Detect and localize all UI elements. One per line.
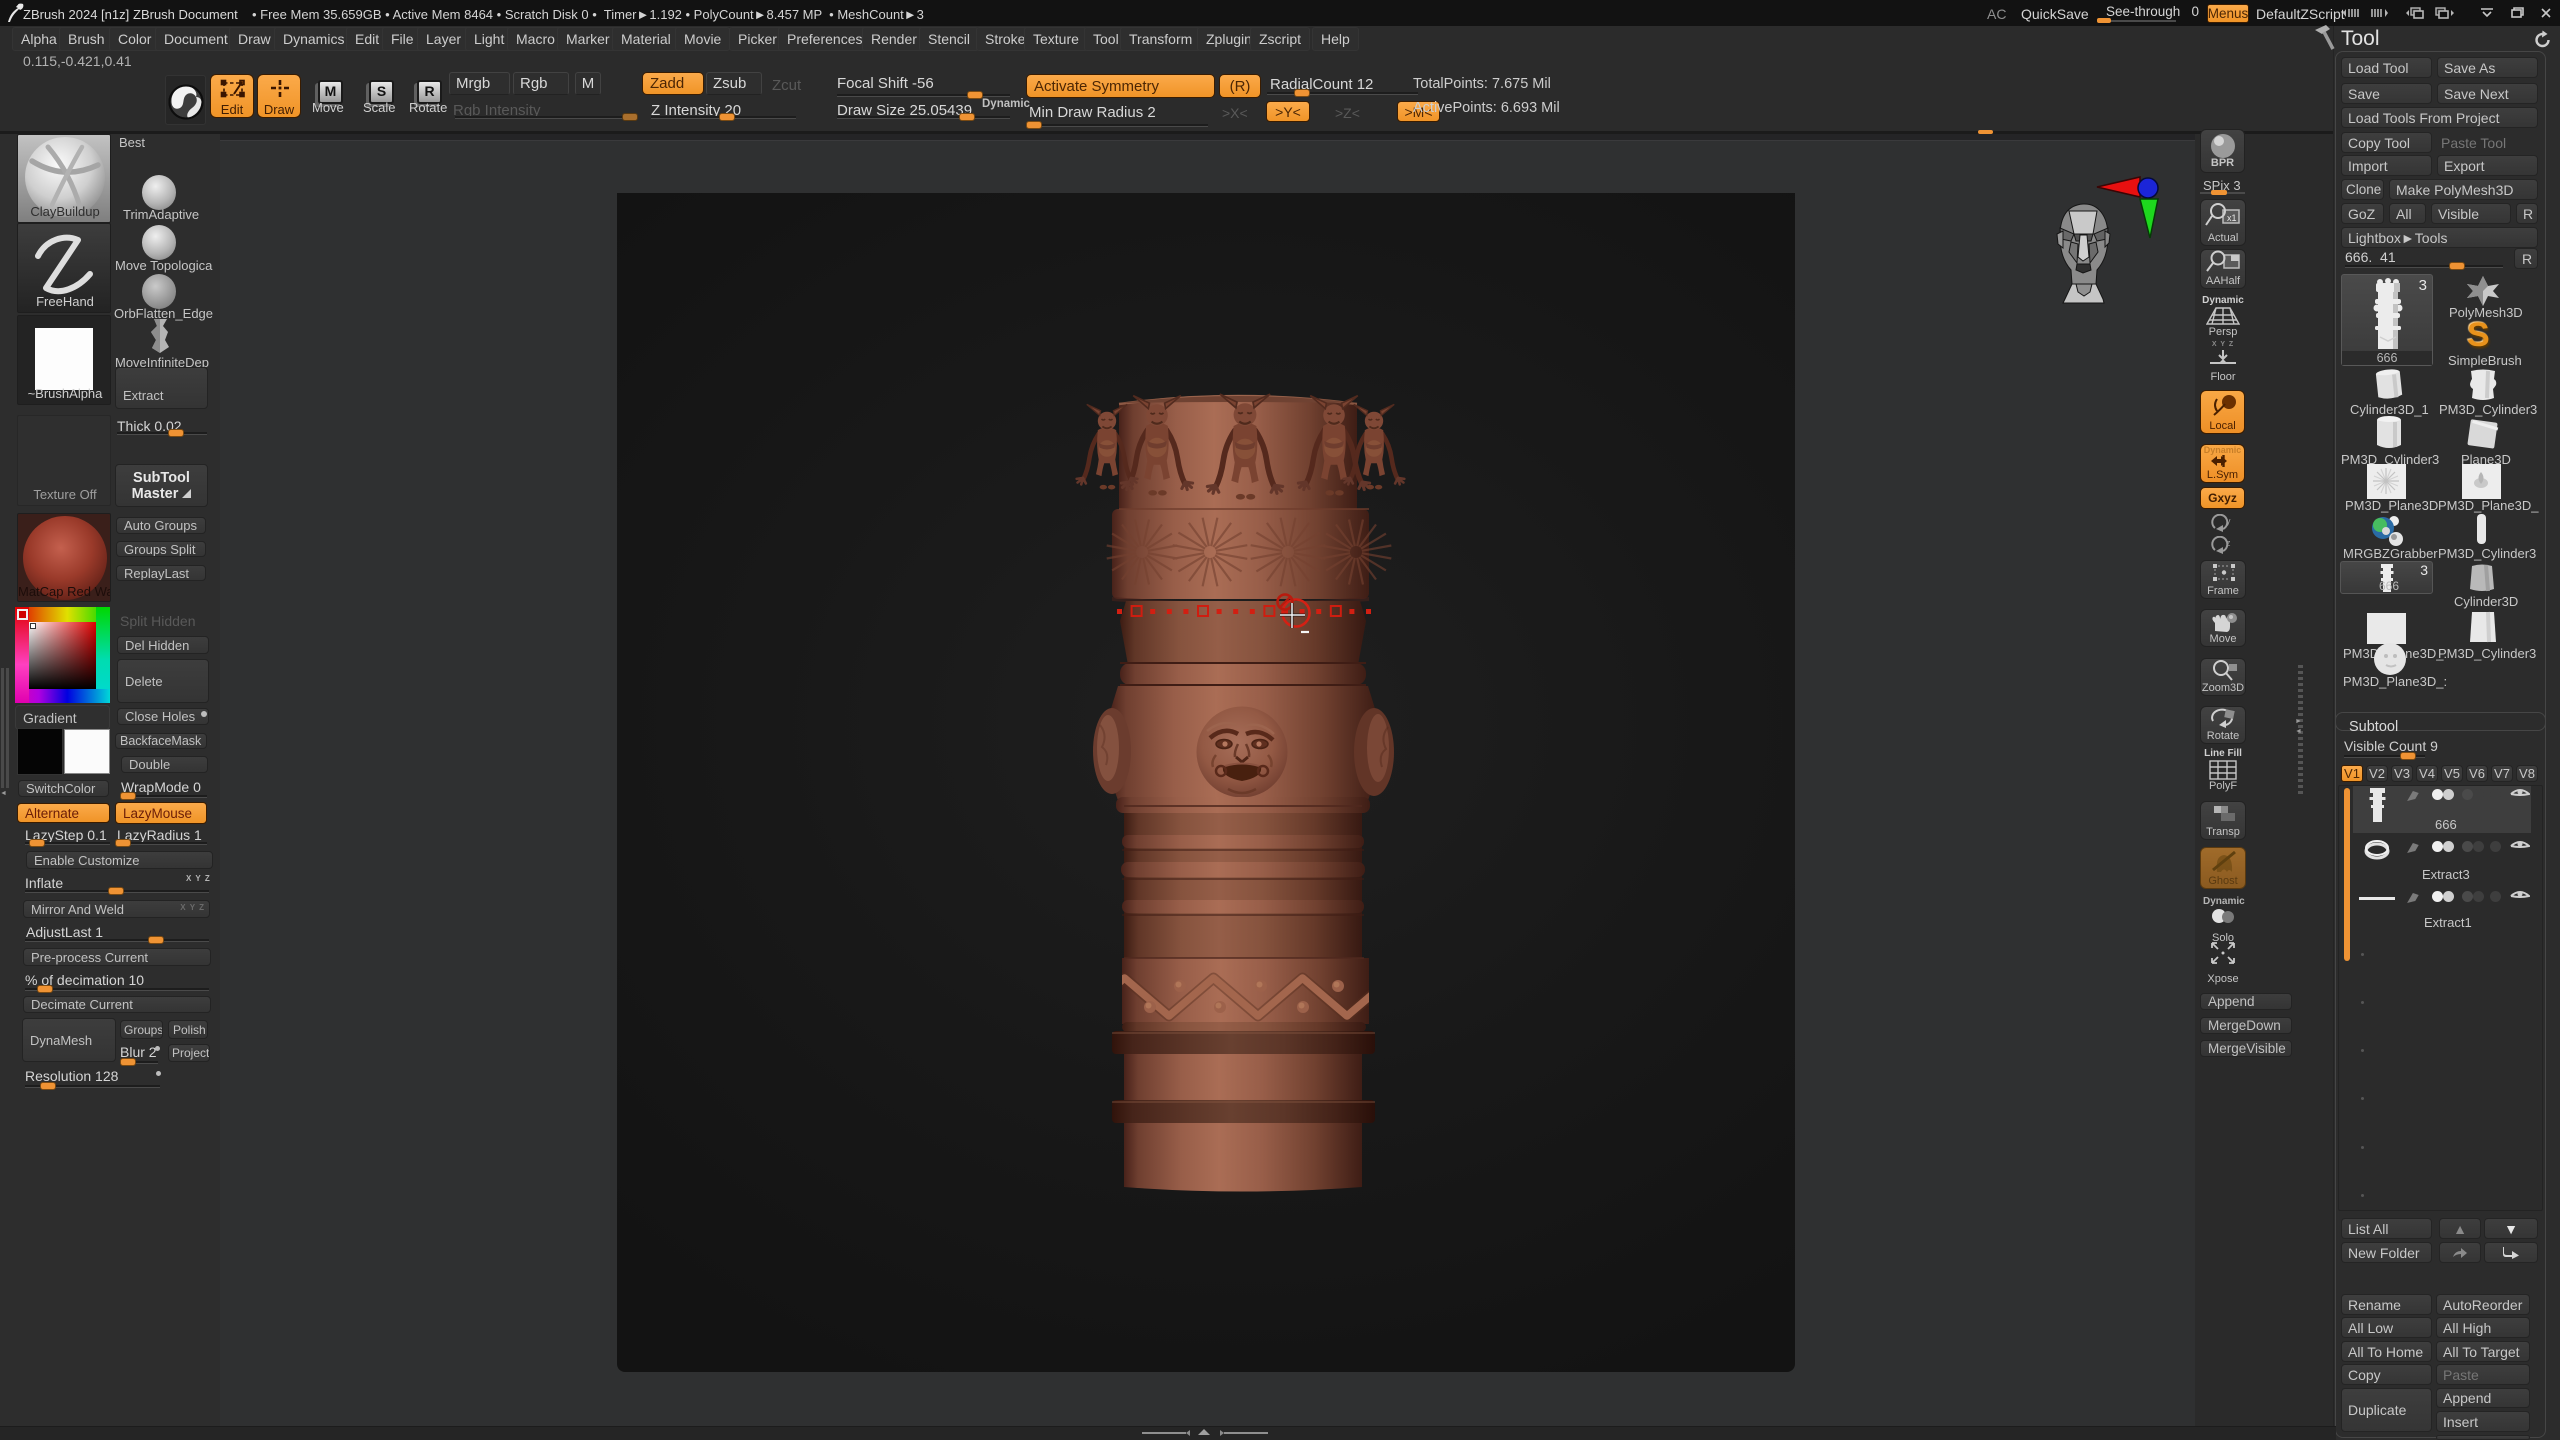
svg-text:x1: x1 [2227, 213, 2237, 223]
svg-text:z: z [2226, 538, 2231, 548]
svg-text:y: y [2226, 516, 2231, 526]
